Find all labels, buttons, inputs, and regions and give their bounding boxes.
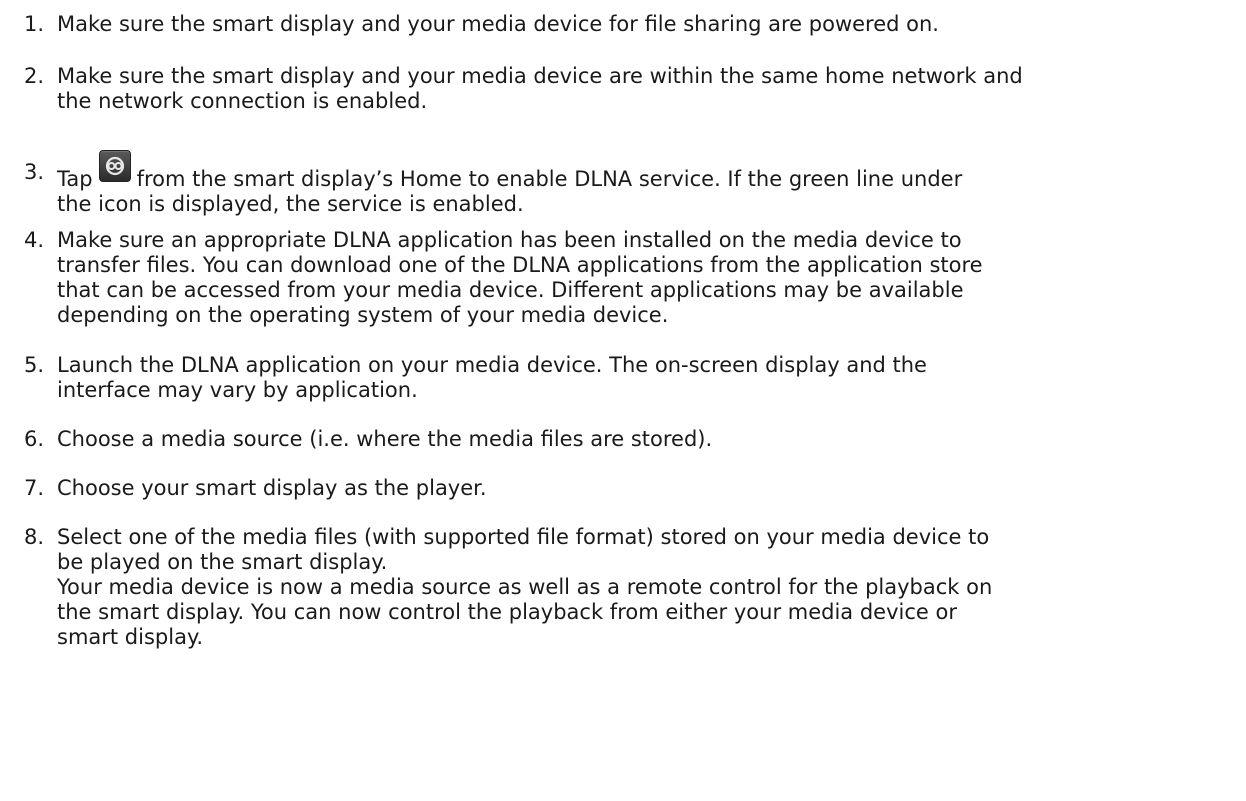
step-line-with-icon: Tap from the smart display’s Home to enab… <box>57 150 1227 192</box>
step-number: 5. <box>24 353 45 377</box>
step-number: 1. <box>24 12 45 36</box>
step-text: Make sure the smart display and your med… <box>57 64 1227 114</box>
step-line: Select one of the media files (with supp… <box>57 525 990 549</box>
step-number: 8. <box>24 525 45 549</box>
step-line: interface may vary by application. <box>57 378 418 402</box>
step-line: the smart display. You can now control t… <box>57 600 957 624</box>
step-line: be played on the smart display. <box>57 550 388 574</box>
step-line: Your media device is now a media source … <box>57 575 993 599</box>
step-text: Select one of the media files (with supp… <box>57 525 1227 650</box>
step-number: 3. <box>24 160 45 184</box>
step-line: the network connection is enabled. <box>57 89 428 113</box>
step-text-after-icon: from the smart display’s Home to enable … <box>136 167 963 191</box>
step-line: that can be accessed from your media dev… <box>57 278 964 302</box>
instruction-list: 1. Make sure the smart display and your … <box>0 0 1246 801</box>
step-number: 2. <box>24 64 45 88</box>
step-text: Choose a media source (i.e. where the me… <box>57 427 1227 452</box>
step-line: Choose a media source (i.e. where the me… <box>57 427 713 451</box>
step-line: Make sure the smart display and your med… <box>57 12 939 36</box>
step-line: Make sure an appropriate DLNA applicatio… <box>57 228 962 252</box>
step-text: Tap from the smart display’s Home to enab… <box>57 150 1227 217</box>
step-number: 7. <box>24 476 45 500</box>
step-text: Make sure the smart display and your med… <box>57 12 1227 37</box>
step-text: Launch the DLNA application on your medi… <box>57 353 1227 403</box>
step-line: Make sure the smart display and your med… <box>57 64 1023 88</box>
step-line: smart display. <box>57 625 204 649</box>
step-line: Choose your smart display as the player. <box>57 476 487 500</box>
step-line: Launch the DLNA application on your medi… <box>57 353 927 377</box>
step-text-before-icon: Tap <box>57 167 93 191</box>
dlna-share-icon <box>98 150 131 182</box>
step-text: Make sure an appropriate DLNA applicatio… <box>57 228 1227 328</box>
step-number: 6. <box>24 427 45 451</box>
step-line: depending on the operating system of you… <box>57 303 669 327</box>
step-line: transfer files. You can download one of … <box>57 253 983 277</box>
step-line: the icon is displayed, the service is en… <box>57 192 524 216</box>
step-number: 4. <box>24 228 45 252</box>
step-text: Choose your smart display as the player. <box>57 476 1227 501</box>
